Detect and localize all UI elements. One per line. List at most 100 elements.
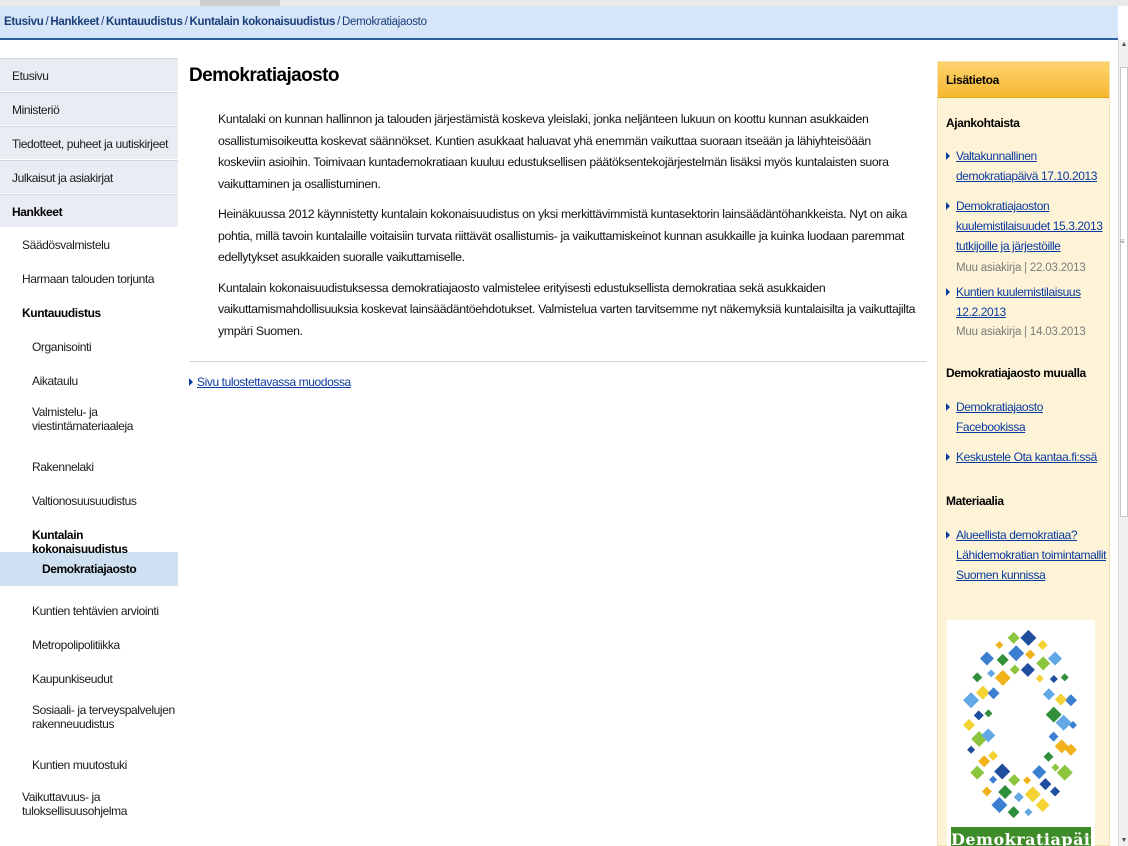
banner-diamond [1054, 693, 1067, 706]
print-version-link[interactable]: Sivu tulostettavassa muodossa [189, 375, 927, 389]
banner-diamond [998, 784, 1013, 799]
banner-diamond [967, 745, 976, 754]
banner-diamond [1039, 778, 1052, 791]
section-title-demokratiajaosto-muualla: Demokratiajaosto muualla [946, 366, 1086, 380]
sidebar-item-rakennelaki[interactable]: Rakennelaki [0, 450, 178, 484]
document-meta: Muu asiakirja | 22.03.2013 [956, 262, 1086, 274]
banner-diamond [994, 669, 1011, 686]
sidebar-item-harmaan-talouden-torjunta[interactable]: Harmaan talouden torjunta [0, 262, 178, 296]
sidebar-item-tiedotteet[interactable]: Tiedotteet, puheet ja uutiskirjeet [0, 126, 178, 160]
sidebar-item-kuntalain-kokonaisuudistus[interactable]: Kuntalain kokonaisuudistus [0, 518, 178, 556]
link-facebook[interactable]: Demokratiajaosto Facebookissa [938, 397, 1109, 437]
banner-diamond [963, 692, 980, 709]
banner-diamond [1025, 649, 1036, 660]
section-title-materiaalia: Materiaalia [946, 494, 1004, 508]
banner-diamond [1064, 694, 1077, 707]
demokratiapaiva-banner-image[interactable]: Demokratiapäivä [947, 620, 1095, 846]
sidebar-item-kuntauudistus[interactable]: Kuntauudistus [0, 296, 178, 330]
breadcrumb-separator: / [184, 16, 188, 28]
banner-diamond [978, 755, 991, 768]
sidebar-item-etusivu[interactable]: Etusivu [0, 58, 178, 92]
sidebar-item-vaikuttavuusohjelma[interactable]: Vaikuttavuus- ja tuloksellisuusohjelma [0, 782, 178, 826]
page-title: Demokratiajaosto [189, 65, 339, 86]
banner-diamond [1020, 662, 1035, 677]
banner-diamond [995, 640, 1004, 649]
sidebar-item-aikataulu[interactable]: Aikataulu [0, 364, 178, 398]
banner-diamond [972, 672, 983, 683]
banner-diamond [1020, 629, 1037, 646]
link-demokratiapaiva[interactable]: Valtakunnallinen demokratiapäivä 17.10.2… [938, 146, 1109, 186]
link-ota-kantaa[interactable]: Keskustele Ota kantaa.fi:ssä [938, 447, 1109, 467]
sidebar-item-kuntien-muutostuki[interactable]: Kuntien muutostuki [0, 748, 178, 782]
sidebar-item-saadosvalmistelu[interactable]: Säädösvalmistelu [0, 228, 178, 262]
banner-diamond [1024, 786, 1041, 803]
section-title-ajankohtaista: Ajankohtaista [946, 116, 1020, 130]
banner-diamond [1037, 639, 1048, 650]
banner-diamond [991, 797, 1008, 814]
sidebar-item-valmistelu-materiaaleja[interactable]: Valmistelu- ja viestintämateriaaleja [0, 398, 178, 450]
info-sidebar-header: Lisätietoa [938, 62, 1109, 98]
breadcrumb-current: Demokratiajaosto [341, 16, 427, 28]
banner-diamond [1009, 664, 1020, 675]
scrollbar-thumb[interactable] [1120, 67, 1128, 517]
sidebar-item-sote-rakenneuudistus[interactable]: Sosiaali- ja terveyspalvelujen rakenneuu… [0, 696, 178, 748]
breadcrumb-link-etusivu[interactable]: Etusivu [4, 16, 44, 28]
breadcrumb-link-kuntalain-kokonaisuudistus[interactable]: Kuntalain kokonaisuudistus [190, 16, 336, 28]
banner-diamond [963, 719, 975, 731]
banner-text: Demokratiapäivä [951, 827, 1095, 846]
link-alueellista-demokratiaa[interactable]: Alueellista demokratiaa? Lähidemokratian… [938, 525, 1109, 585]
scroll-up-arrow-icon[interactable]: ▲ [1119, 40, 1128, 50]
sidebar-item-organisointi[interactable]: Organisointi [0, 330, 178, 364]
banner-diamond [1013, 792, 1024, 803]
banner-diamond [1007, 806, 1020, 819]
banner-diamond [1035, 674, 1044, 683]
document-meta: Muu asiakirja | 14.03.2013 [956, 326, 1086, 338]
sidebar-item-kaupunkiseudut[interactable]: Kaupunkiseudut [0, 662, 178, 696]
content-divider [189, 361, 927, 362]
banner-diamond [989, 775, 998, 784]
banner-diamond [987, 687, 1000, 700]
sidebar-item-valtionosuusuudistus[interactable]: Valtionosuusuudistus [0, 484, 178, 518]
scroll-down-arrow-icon[interactable]: ▼ [1119, 836, 1128, 846]
banner-diamond [1051, 763, 1060, 772]
breadcrumb-separator: / [337, 16, 340, 28]
banner-diamond [1050, 786, 1061, 797]
sidebar-item-julkaisut[interactable]: Julkaisut ja asiakirjat [0, 160, 178, 194]
banner-diamond [1007, 631, 1020, 644]
link-kuntien-kuulemistilaisuus[interactable]: Kuntien kuulemistilaisuus 12.2.2013 [938, 282, 1109, 322]
scroll-grip-icon: ≡ [1120, 237, 1125, 246]
banner-diamond [1023, 776, 1032, 785]
breadcrumb-separator: / [101, 16, 104, 28]
info-sidebar: Lisätietoa Ajankohtaista Valtakunnalline… [937, 61, 1110, 846]
banner-diamond [994, 763, 1011, 780]
banner-diamond [988, 750, 999, 761]
banner-diamond [1008, 645, 1025, 662]
banner-diamond [1042, 688, 1055, 701]
banner-diamond [1049, 674, 1058, 683]
body-paragraph: Heinäkuussa 2012 käynnistetty kuntalain … [218, 207, 907, 264]
breadcrumb-link-kuntauudistus[interactable]: Kuntauudistus [106, 16, 183, 28]
banner-diamond [996, 653, 1009, 666]
banner-diamond [973, 710, 984, 721]
sidebar-item-metropolipolitiikka[interactable]: Metropolipolitiikka [0, 628, 178, 662]
main-content: Demokratiajaosto Kuntalaki on kunnan hal… [189, 58, 927, 389]
banner-diamond [1056, 764, 1073, 781]
banner-diamond [1048, 731, 1059, 742]
banner-diamond [1032, 765, 1047, 780]
banner-diamond [1060, 673, 1069, 682]
sidebar-item-ministerio[interactable]: Ministeriö [0, 92, 178, 126]
banner-diamond [1043, 751, 1054, 762]
banner-diamond [987, 669, 996, 678]
diamond-ring-graphic [963, 629, 1077, 819]
link-kuulemistilaisuudet-tutkijoille[interactable]: Demokratiajaoston kuulemistilaisuudet 15… [938, 196, 1109, 256]
body-paragraph: Kuntalaki on kunnan hallinnon ja taloude… [218, 112, 889, 191]
banner-diamond [1035, 798, 1050, 813]
banner-diamond [970, 765, 985, 780]
banner-diamond [984, 709, 993, 718]
vertical-scrollbar[interactable]: ▲ ≡ ▼ [1118, 40, 1128, 846]
sidebar-item-hankkeet[interactable]: Hankkeet [0, 194, 178, 228]
banner-diamond [1024, 808, 1033, 817]
breadcrumb-link-hankkeet[interactable]: Hankkeet [50, 16, 99, 28]
sidebar-item-kuntien-tehtavien-arviointi[interactable]: Kuntien tehtävien arviointi [0, 594, 178, 628]
sidebar-item-demokratiajaosto[interactable]: Demokratiajaosto [0, 552, 178, 586]
